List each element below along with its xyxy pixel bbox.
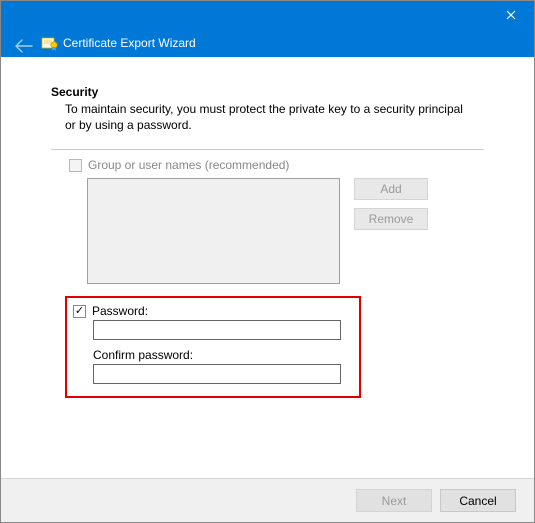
close-button[interactable]	[488, 1, 534, 29]
arrow-left-icon	[15, 39, 33, 53]
titlebar: Certificate Export Wizard	[1, 1, 534, 57]
remove-button: Remove	[354, 208, 428, 230]
wizard-content: Security To maintain security, you must …	[1, 57, 534, 478]
password-checkbox[interactable]	[73, 305, 86, 318]
principals-checkbox-label: Group or user names (recommended)	[88, 158, 289, 172]
wizard-title: Certificate Export Wizard	[63, 36, 196, 50]
principals-checkbox-row[interactable]: Group or user names (recommended)	[69, 158, 484, 172]
add-button: Add	[354, 178, 428, 200]
certificate-icon	[41, 35, 59, 51]
password-checkbox-row[interactable]: Password:	[73, 304, 353, 318]
section-description: To maintain security, you must protect t…	[65, 101, 465, 133]
next-button: Next	[356, 489, 432, 512]
password-checkbox-label: Password:	[92, 304, 148, 318]
divider	[51, 149, 484, 150]
cancel-button[interactable]: Cancel	[440, 489, 516, 512]
back-button	[15, 39, 33, 55]
section-heading: Security	[51, 85, 484, 99]
password-highlight-box: Password: Confirm password:	[65, 296, 361, 398]
wizard-footer: Next Cancel	[1, 478, 534, 522]
principals-checkbox[interactable]	[69, 159, 82, 172]
close-icon	[506, 10, 516, 20]
password-input[interactable]	[93, 320, 341, 340]
confirm-password-label: Confirm password:	[93, 348, 353, 362]
confirm-password-input[interactable]	[93, 364, 341, 384]
principals-listbox	[87, 178, 340, 284]
